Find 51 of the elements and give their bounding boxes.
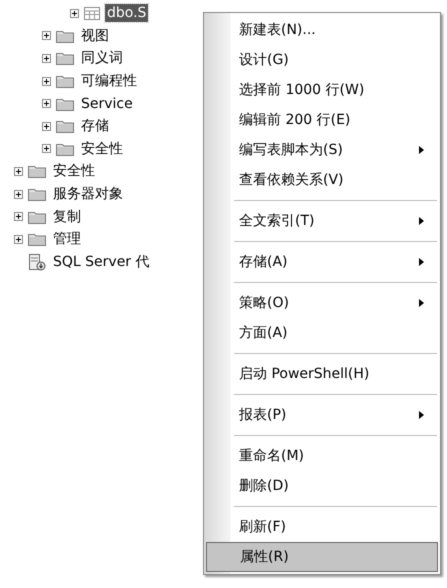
tree-item[interactable]: SQL Server 代: [51, 252, 152, 272]
tree-item[interactable]: 同义词: [79, 48, 125, 68]
expand-icon[interactable]: [42, 31, 51, 40]
menu-item[interactable]: 属性(R): [206, 542, 438, 572]
menu-item[interactable]: 存储(A): [206, 247, 438, 277]
tree-item[interactable]: 可编程性: [79, 71, 139, 92]
table-icon: [84, 6, 100, 20]
folder-icon: [56, 28, 74, 43]
tree-item[interactable]: 管理: [51, 229, 83, 250]
expand-icon[interactable]: [14, 234, 23, 244]
folder-icon: [56, 96, 74, 111]
expand-icon[interactable]: [14, 212, 23, 222]
folder-icon: [56, 142, 74, 156]
expand-icon[interactable]: [42, 76, 51, 86]
server-agent-icon: [28, 252, 46, 271]
menu-item[interactable]: 查看依赖关系(V): [206, 165, 438, 195]
expand-icon[interactable]: [42, 122, 51, 131]
tree-item[interactable]: 存储: [79, 116, 111, 136]
folder-icon: [28, 232, 46, 246]
menu-item[interactable]: 全文索引(T): [206, 206, 438, 236]
menu-item[interactable]: 删除(D): [206, 471, 438, 501]
folder-icon: [28, 164, 46, 178]
menu-item[interactable]: 编辑前 200 行(E): [206, 105, 438, 135]
tree-item[interactable]: 视图: [79, 26, 111, 46]
folder-icon: [56, 119, 74, 134]
tree-item[interactable]: 复制: [51, 206, 83, 227]
folder-icon: [28, 210, 46, 224]
menu-item[interactable]: 报表(P): [206, 400, 438, 430]
menu-item[interactable]: 方面(A): [206, 318, 438, 348]
folder-icon: [28, 187, 46, 202]
expand-icon[interactable]: [14, 166, 23, 176]
folder-icon: [56, 74, 74, 88]
menu-item[interactable]: 策略(O): [206, 288, 438, 318]
expand-icon[interactable]: [42, 99, 51, 108]
tree-item[interactable]: Service: [79, 94, 135, 113]
expand-icon[interactable]: [42, 54, 51, 63]
menu-item[interactable]: 启动 PowerShell(H): [206, 359, 438, 389]
menu-item[interactable]: 刷新(F): [206, 512, 438, 542]
menu-item[interactable]: 新建表(N)...: [206, 15, 438, 45]
tree-item[interactable]: 服务器对象: [51, 184, 125, 204]
menu-item[interactable]: 编写表脚本为(S): [206, 135, 438, 165]
tree-item[interactable]: 安全性: [51, 161, 97, 182]
tree-item[interactable]: 安全性: [79, 138, 125, 159]
folder-icon: [56, 51, 74, 66]
tree-item[interactable]: dbo.S: [105, 4, 148, 22]
menu-item[interactable]: 选择前 1000 行(W): [206, 75, 438, 105]
expand-icon[interactable]: [42, 144, 51, 154]
menu-item[interactable]: 设计(G): [206, 45, 438, 75]
expand-icon[interactable]: [14, 190, 23, 199]
expand-icon[interactable]: [70, 8, 79, 18]
menu-item[interactable]: 重命名(M): [206, 441, 438, 471]
